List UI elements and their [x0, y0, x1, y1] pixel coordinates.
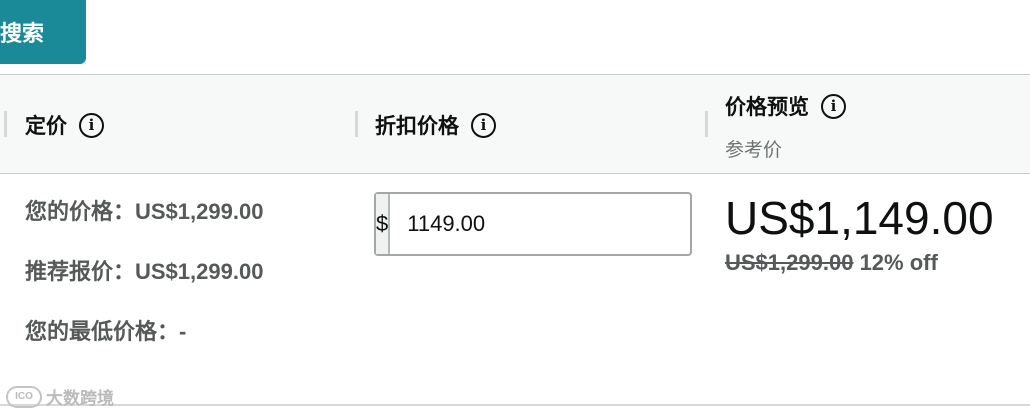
discount-percent: 12% off	[859, 250, 938, 275]
preview-discount-line: US$1,299.00 12% off	[725, 250, 994, 276]
discount-price-title: 折扣价格	[375, 115, 459, 138]
discount-price-input[interactable]	[390, 194, 696, 254]
your-price: 您的价格：US$1,299.00	[25, 199, 264, 224]
price-preview-title: 价格预览	[725, 96, 809, 119]
watermark-logo: ICO	[6, 385, 42, 408]
list-price-title: 定价	[25, 115, 67, 138]
preview-price: US$1,149.00	[725, 192, 994, 244]
info-icon[interactable]: i	[821, 93, 846, 119]
watermark: ICO 大数跨境	[6, 384, 114, 409]
info-icon[interactable]: i	[79, 112, 104, 138]
column-separator	[705, 111, 708, 137]
price-preview: US$1,149.00 US$1,299.00 12% off	[725, 190, 994, 276]
column-list-price: 定价 i	[0, 75, 355, 173]
list-price-values: 您的价格：US$1,299.00 推荐报价：US$1,299.00 您的最低价格…	[25, 196, 263, 376]
discount-price-header: 折扣价格 i	[375, 110, 496, 140]
search-button[interactable]: 搜索	[0, 0, 86, 64]
discount-price-field: $	[374, 192, 696, 256]
watermark-text: 大数跨境	[46, 389, 114, 408]
table-bottom-border	[0, 404, 1030, 406]
pricing-page: 搜索 定价 i 折扣价格 i 价格预览 i 参考价 您的价格：US$1,299.…	[0, 0, 1030, 418]
list-price-header: 定价 i	[25, 110, 104, 140]
column-price-preview: 价格预览 i 参考价	[705, 75, 1030, 173]
recommended-price: 推荐报价：US$1,299.00	[25, 259, 264, 284]
column-separator	[355, 111, 358, 137]
column-separator	[4, 111, 7, 137]
currency-prefix: $	[376, 194, 391, 254]
price-preview-subtitle: 参考价	[725, 140, 783, 161]
info-icon[interactable]: i	[471, 112, 496, 138]
price-preview-header: 价格预览 i	[725, 91, 846, 121]
your-lowest-price: 您的最低价格：-	[25, 319, 187, 344]
original-price: US$1,299.00	[725, 250, 854, 275]
table-header: 定价 i 折扣价格 i 价格预览 i 参考价	[0, 74, 1030, 174]
column-discount-price: 折扣价格 i	[355, 75, 705, 173]
